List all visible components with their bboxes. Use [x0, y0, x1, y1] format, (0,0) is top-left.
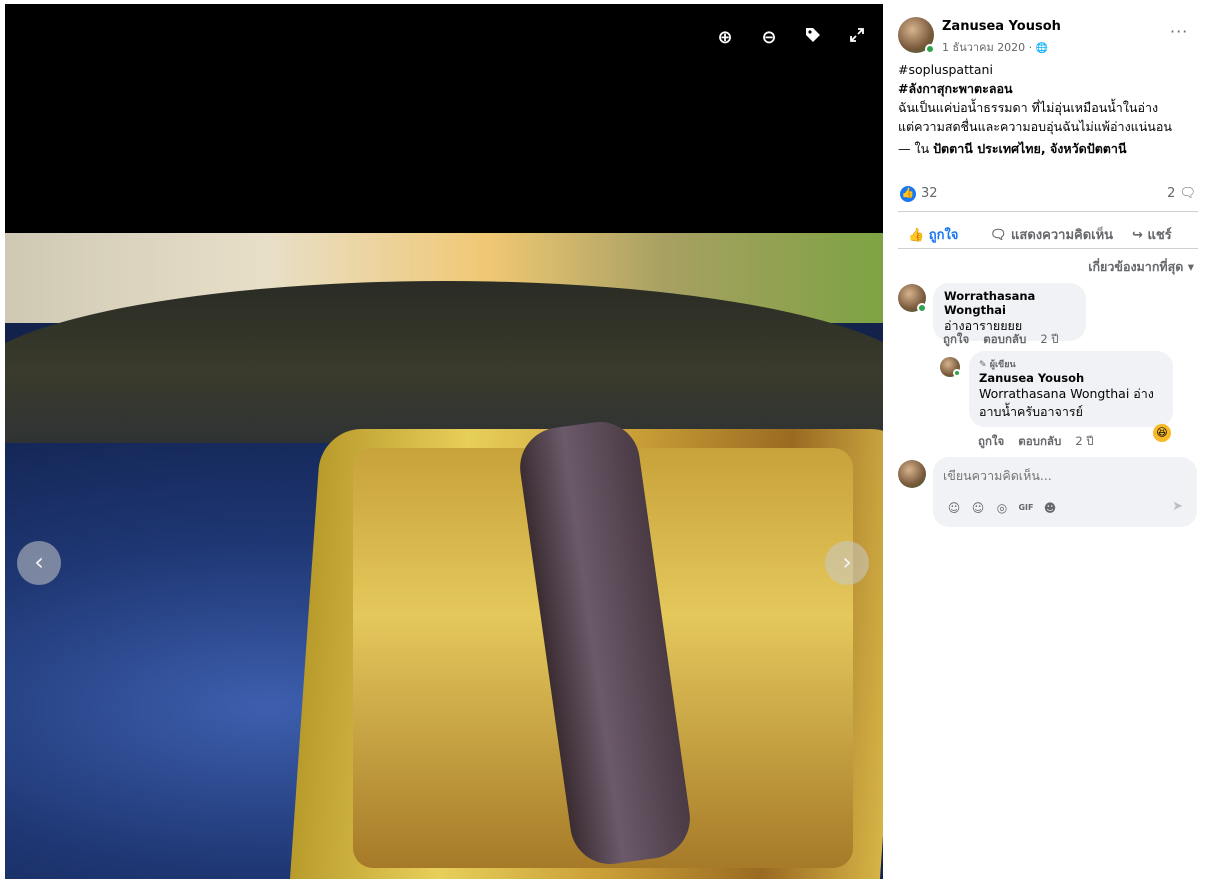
comment-count-value: 2: [1167, 186, 1176, 201]
comment-bubble-icon: 🗨: [1179, 186, 1196, 201]
like-reaction-icon[interactable]: 👍: [900, 186, 916, 202]
comment-1-reply[interactable]: ตอบกลับ: [983, 332, 1026, 346]
divider-bottom: [898, 248, 1198, 249]
send-icon[interactable]: ➤: [1172, 499, 1183, 514]
next-photo-button[interactable]: ›: [825, 541, 869, 585]
tag-icon[interactable]: [801, 26, 825, 50]
comment-2-time[interactable]: 2 ปี: [1075, 434, 1093, 448]
avatar-sticker-icon[interactable]: ☻: [1041, 499, 1059, 517]
comment-input[interactable]: [943, 465, 1183, 485]
divider-top: [898, 211, 1198, 212]
comment-2-like[interactable]: ถูกใจ: [978, 434, 1004, 448]
comment-1-actions: ถูกใจ ตอบกลับ 2 ปี: [943, 331, 1069, 349]
post-text-line1: ฉันเป็นแค่บ่อน้ำธรรมดา ที่ไม่อุ่นเหมือนน…: [898, 100, 1159, 115]
photo-frame: ⊕ ⊖: [5, 4, 883, 879]
comment-button-label: แสดงความคิดเห็น: [1011, 228, 1114, 243]
location-prefix: — ใน: [898, 141, 934, 156]
emoji-icon[interactable]: ☺: [969, 499, 987, 517]
hashtag-langkasuka[interactable]: #ลังกาสุกะพาตะลอน: [898, 79, 1198, 98]
like-button[interactable]: 👍 ถูกใจ: [908, 224, 958, 245]
haha-reaction-icon[interactable]: 😆: [1153, 424, 1171, 442]
share-icon: ↪: [1132, 228, 1143, 243]
comment-1-time[interactable]: 2 ปี: [1040, 332, 1058, 346]
comment-2-text: Worrathasana Wongthai อ่าง อาบน้ำครับอาจ…: [979, 385, 1163, 421]
globe-icon: 🌐: [1035, 43, 1049, 54]
share-button-label: แชร์: [1147, 228, 1172, 243]
camera-icon[interactable]: ◎: [993, 499, 1011, 517]
previous-photo-button[interactable]: ‹: [17, 541, 61, 585]
author-name[interactable]: Zanusea Yousoh: [942, 19, 1061, 34]
fullscreen-icon[interactable]: [845, 26, 869, 50]
comment-2-author[interactable]: Zanusea Yousoh: [979, 371, 1163, 385]
post-date-text: 1 ธันวาคม 2020 ·: [942, 41, 1033, 54]
comment-1-like[interactable]: ถูกใจ: [943, 332, 969, 346]
post-text-line2: แต่ความสดชื่นและความอบอุ่นฉันไม่แพ้อ่างแ…: [898, 119, 1172, 134]
like-button-label: ถูกใจ: [928, 228, 959, 243]
hashtag-sopluspattani[interactable]: #sopluspattani: [898, 60, 1198, 79]
comment-1-author[interactable]: Worrathasana Wongthai: [944, 289, 1075, 317]
comment-2-text-line2: อาบน้ำครับอาจารย์: [979, 404, 1083, 419]
post-location: — ใน ปัตตานี ประเทศไทย, จังหวัดปัตตานี: [898, 139, 1198, 158]
comment-2-text-rest: อ่าง: [1129, 386, 1154, 401]
post-photo[interactable]: [5, 233, 883, 879]
gif-icon[interactable]: GIF: [1017, 499, 1035, 517]
post-date[interactable]: 1 ธันวาคม 2020 · 🌐: [942, 38, 1048, 56]
online-status-dot: [925, 44, 935, 54]
comment-bubble-2: ✎ ผู้เขียน Zanusea Yousoh Worrathasana W…: [969, 351, 1173, 427]
comment-sort-dropdown[interactable]: เกี่ยวข้องมากที่สุด ▾: [1088, 257, 1194, 277]
zoom-out-icon[interactable]: ⊖: [757, 26, 781, 50]
comment-composer: ☺ ☺ ◎ GIF ☻ ➤: [933, 457, 1197, 527]
thumbs-up-icon: 👍: [908, 228, 925, 243]
reply-online-dot: [953, 369, 961, 377]
pencil-icon: ✎: [979, 360, 987, 370]
sticker-icon[interactable]: ☺: [945, 499, 963, 517]
author-badge: ✎ ผู้เขียน: [979, 357, 1163, 371]
post-sidebar: Zanusea Yousoh 1 ธันวาคม 2020 · 🌐 ··· #s…: [890, 0, 1208, 879]
photo-viewer: ⊕ ⊖ ‹ ›: [0, 0, 890, 879]
comment-button[interactable]: 🗨 แสดงความคิดเห็น: [990, 224, 1113, 245]
like-count[interactable]: 32: [921, 186, 938, 201]
current-user-avatar[interactable]: [898, 460, 926, 488]
zoom-in-icon[interactable]: ⊕: [713, 26, 737, 50]
comment-2-actions: ถูกใจ ตอบกลับ 2 ปี: [978, 433, 1104, 451]
location-link[interactable]: ปัตตานี ประเทศไทย, จังหวัดปัตตานี: [933, 141, 1126, 156]
author-badge-label: ผู้เขียน: [989, 360, 1016, 370]
comment-2-mention[interactable]: Worrathasana Wongthai: [979, 386, 1129, 401]
commenter-online-dot: [917, 303, 927, 313]
comment-count[interactable]: 2 🗨: [1167, 186, 1196, 201]
share-button[interactable]: ↪ แชร์: [1132, 224, 1172, 245]
comment-2-reply[interactable]: ตอบกลับ: [1018, 434, 1061, 448]
comment-icon: 🗨: [990, 228, 1007, 243]
more-options-button[interactable]: ···: [1170, 22, 1188, 41]
